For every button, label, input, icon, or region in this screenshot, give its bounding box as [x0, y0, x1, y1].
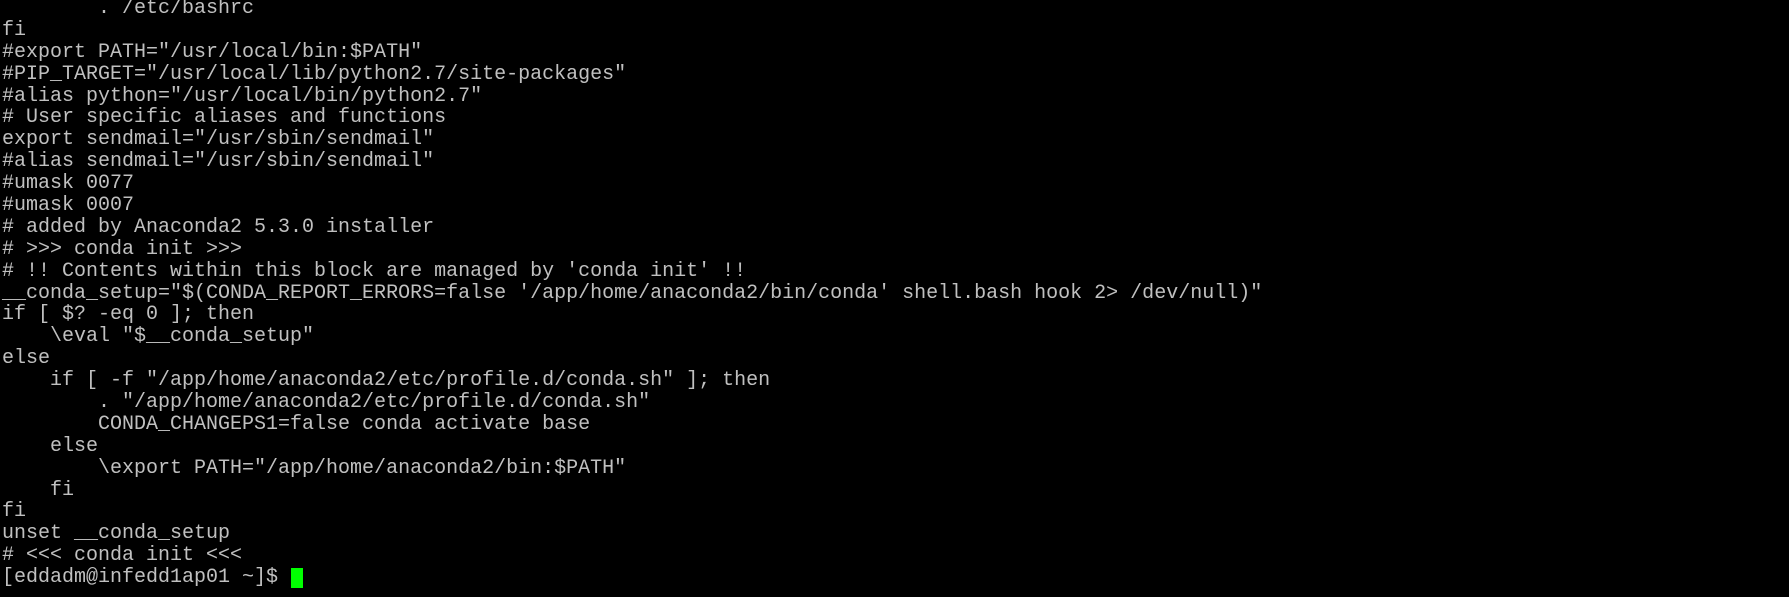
- terminal-line: #alias python="/usr/local/bin/python2.7": [2, 84, 483, 108]
- terminal-line: #PIP_TARGET="/usr/local/lib/python2.7/si…: [2, 62, 627, 86]
- terminal-line: \export PATH="/app/home/anaconda2/bin:$P…: [2, 456, 627, 480]
- terminal-line: # !! Contents within this block are mana…: [2, 259, 747, 283]
- terminal-line: # User specific aliases and functions: [2, 106, 447, 130]
- terminal-line: else: [2, 347, 51, 371]
- terminal-line: #umask 0077: [2, 172, 135, 196]
- terminal-output: . /etc/bashrc fi #export PATH="/usr/local/…: [2, 0, 1789, 567]
- terminal-line: #alias sendmail="/usr/sbin/sendmail": [2, 150, 435, 174]
- terminal-line: if [ $? -eq 0 ]; then: [2, 303, 255, 327]
- terminal-line: . /etc/bashrc: [2, 0, 255, 20]
- terminal-line: # <<< conda init <<<: [2, 544, 243, 568]
- terminal-line: . "/app/home/anaconda2/etc/profile.d/con…: [2, 391, 651, 415]
- terminal-line: fi: [2, 500, 27, 524]
- terminal-line: #export PATH="/usr/local/bin:$PATH": [2, 40, 423, 64]
- terminal-line: fi: [2, 18, 27, 42]
- terminal-line: else: [2, 434, 99, 458]
- prompt-line[interactable]: [eddadm@infedd1ap01 ~]$: [2, 567, 1789, 589]
- terminal-line: \eval "$__conda_setup": [2, 325, 315, 349]
- terminal-line: # added by Anaconda2 5.3.0 installer: [2, 215, 435, 239]
- text-cursor: [291, 568, 304, 589]
- terminal-line: # >>> conda init >>>: [2, 237, 243, 261]
- terminal-line: export sendmail="/usr/sbin/sendmail": [2, 128, 435, 152]
- terminal-line: fi: [2, 478, 75, 502]
- terminal-line: __conda_setup="$(CONDA_REPORT_ERRORS=fal…: [2, 281, 1263, 305]
- terminal-line: CONDA_CHANGEPS1=false conda activate bas…: [2, 412, 591, 436]
- shell-prompt: [eddadm@infedd1ap01 ~]$: [2, 566, 291, 590]
- terminal-line: #umask 0007: [2, 194, 135, 218]
- terminal-window[interactable]: . /etc/bashrc fi #export PATH="/usr/local/…: [0, 0, 1789, 595]
- terminal-line: if [ -f "/app/home/anaconda2/etc/profile…: [2, 369, 771, 393]
- terminal-line: unset __conda_setup: [2, 522, 231, 546]
